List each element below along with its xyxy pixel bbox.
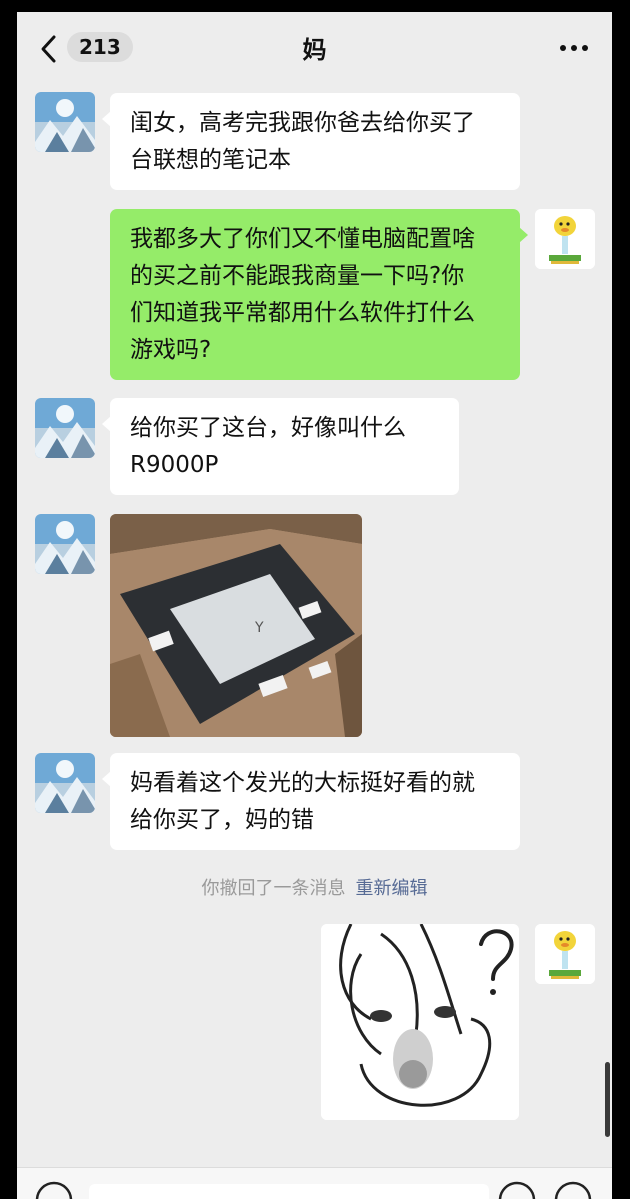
recall-notice: 你撤回了一条消息 重新编辑 xyxy=(17,874,612,900)
my-avatar[interactable] xyxy=(535,209,595,269)
voice-toggle-icon xyxy=(35,1181,73,1199)
snow-mountain-avatar-icon xyxy=(35,398,95,458)
message-bubble-incoming[interactable]: 妈看着这个发光的大标挺好看的就 给你买了，妈的错 xyxy=(102,753,520,850)
input-bar xyxy=(17,1167,612,1199)
message-bubble-incoming[interactable]: 闺女，高考完我跟你爸去给你买了 台联想的笔记本 xyxy=(102,93,520,190)
mom-avatar[interactable] xyxy=(35,92,95,152)
chat-screen: 213 妈 闺女，高考完我跟你爸去给你买了 台联想的笔记本 我都多大了你们又不懂… xyxy=(17,12,612,1199)
laptop-box-photo[interactable]: Y xyxy=(110,514,362,737)
mom-avatar[interactable] xyxy=(35,753,95,813)
chat-header: 213 妈 xyxy=(17,12,612,84)
snow-mountain-avatar-icon xyxy=(35,92,95,152)
re-edit-link[interactable]: 重新编辑 xyxy=(356,878,428,899)
confused-rabbit-sticker[interactable] xyxy=(321,924,519,1120)
recall-notice-text: 你撤回了一条消息 xyxy=(201,878,346,899)
svg-text:Y: Y xyxy=(254,620,264,636)
emoji-icon xyxy=(498,1181,536,1199)
chat-title: 妈 xyxy=(302,36,327,64)
message-input-field xyxy=(89,1184,489,1199)
duck-avatar-icon xyxy=(535,209,595,269)
mom-avatar[interactable] xyxy=(35,398,95,458)
input-bar-controls xyxy=(35,1181,592,1199)
message-bubble-outgoing[interactable]: 我都多大了你们又不懂电脑配置啥 的买之前不能跟我商量一下吗?你 们知道我平常都用… xyxy=(110,209,528,380)
message-bubble-incoming[interactable]: 给你买了这台，好像叫什么 R9000P xyxy=(102,398,459,495)
snow-mountain-avatar-icon xyxy=(35,753,95,813)
plus-icon xyxy=(554,1181,592,1199)
snow-mountain-avatar-icon xyxy=(35,514,95,574)
more-options-icon[interactable] xyxy=(556,36,592,60)
duck-avatar-icon xyxy=(535,924,595,984)
mom-avatar[interactable] xyxy=(35,514,95,574)
my-avatar[interactable] xyxy=(535,924,595,984)
chat-scrollbar[interactable] xyxy=(605,1062,610,1137)
